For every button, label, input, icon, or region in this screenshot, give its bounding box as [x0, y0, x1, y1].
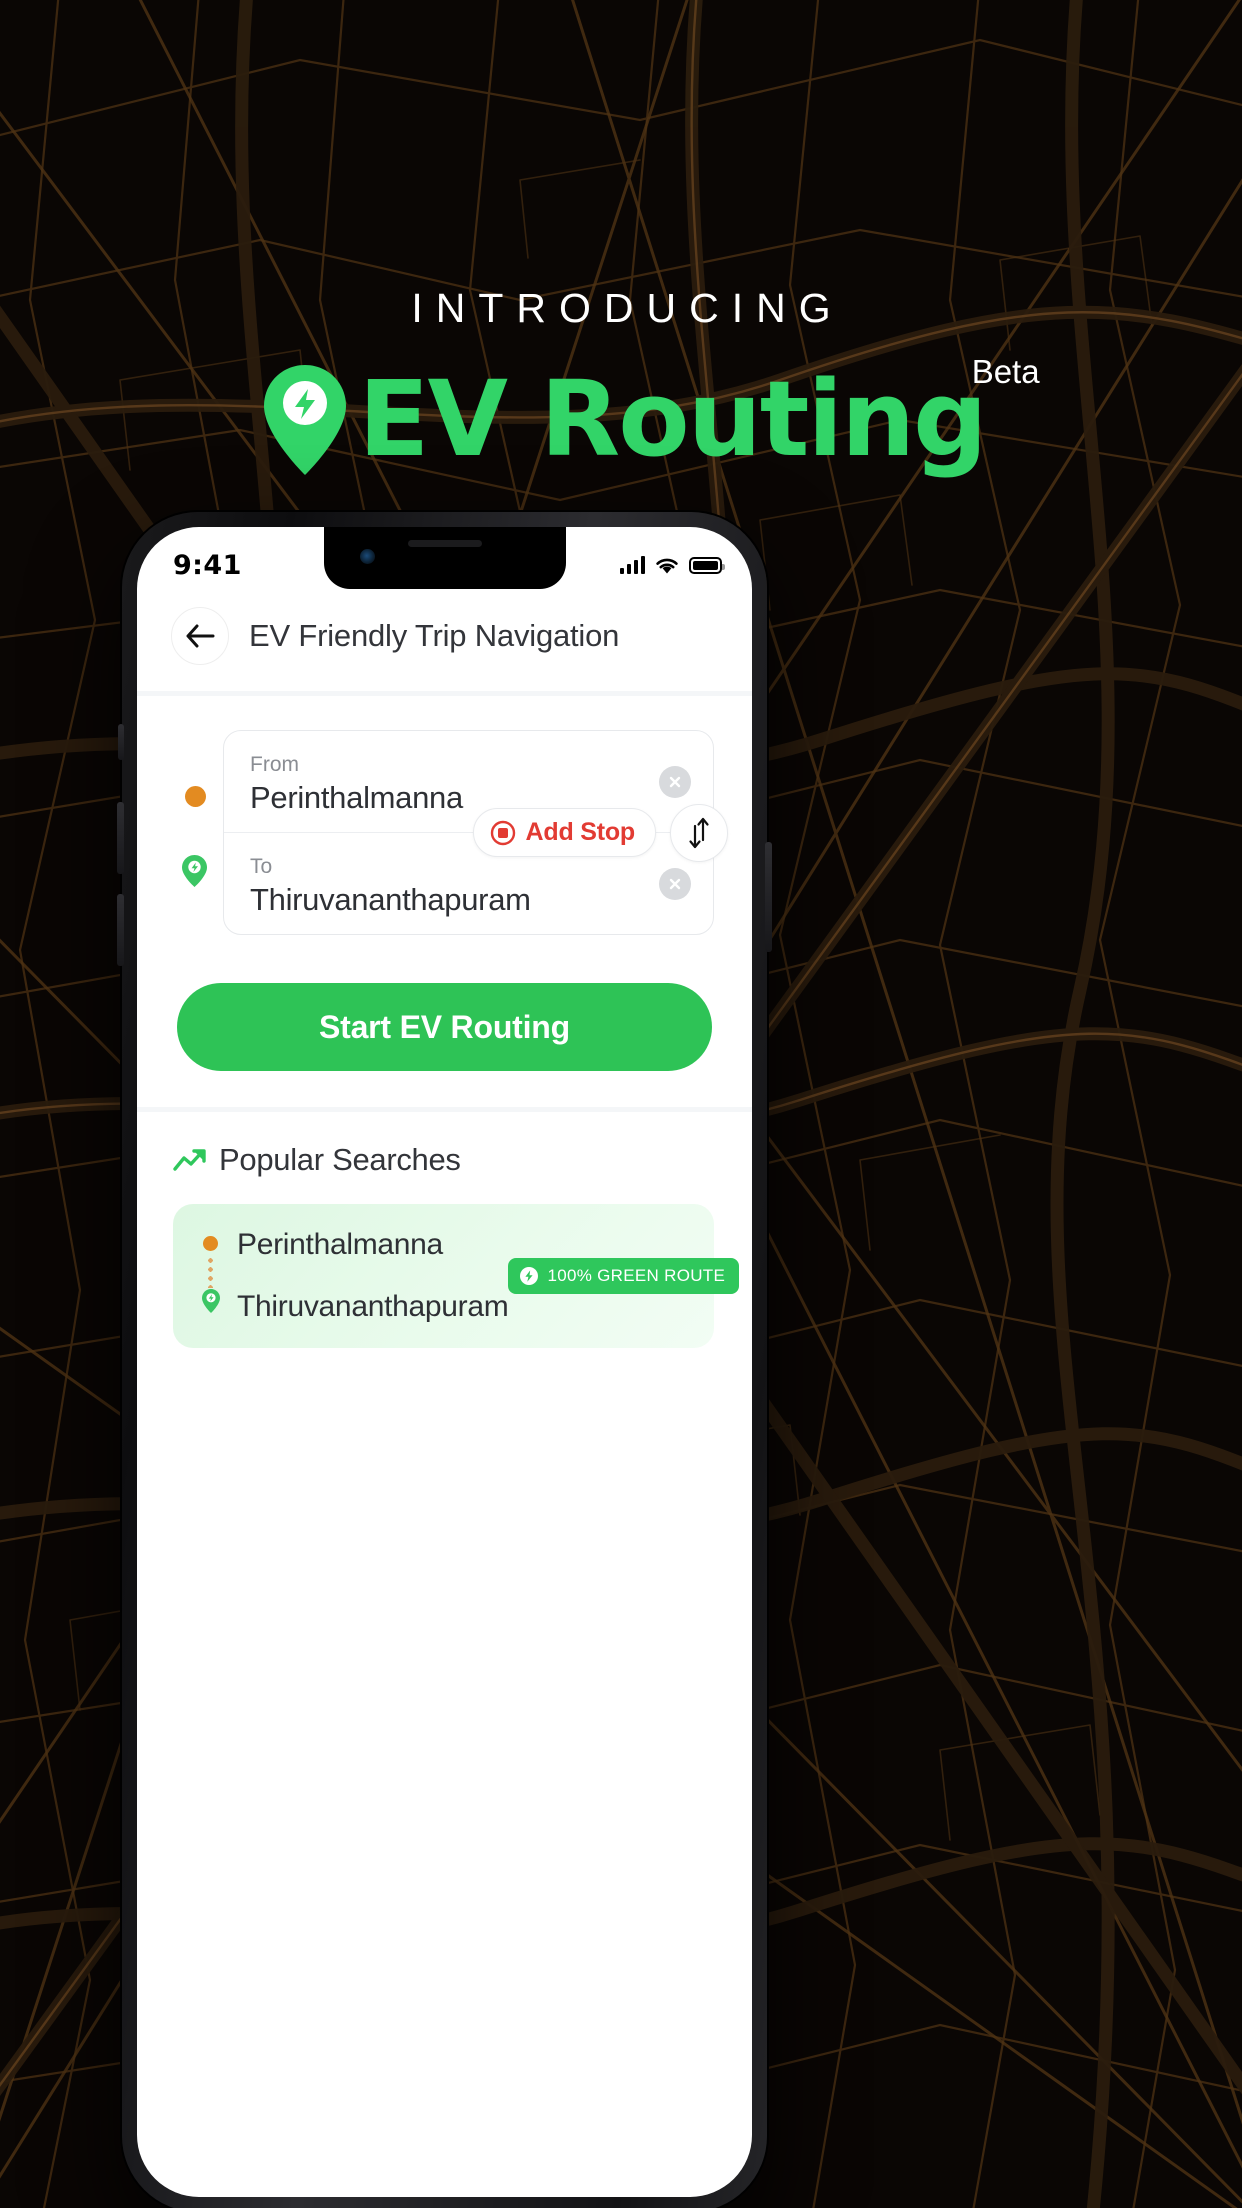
hero-section: INTRODUCING EV Routing Beta — [0, 0, 1242, 540]
popular-origin: Perinthalmanna — [237, 1228, 443, 1262]
to-label: To — [250, 855, 273, 879]
status-badge-label: 100% GREEN ROUTE — [547, 1266, 726, 1286]
arrow-left-icon — [186, 624, 215, 648]
phone-mute-switch — [118, 724, 124, 760]
destination-pin-icon — [182, 855, 207, 887]
popular-searches-section: Popular Searches Perinthalmanna Thiruvan… — [137, 1112, 752, 1349]
add-stop-button[interactable]: Add Stop — [472, 808, 656, 858]
bolt-icon — [520, 1267, 539, 1286]
origin-dot-icon — [203, 1236, 218, 1252]
phone-power-button — [765, 842, 772, 952]
to-clear-button[interactable] — [659, 867, 691, 900]
phone-notch — [323, 527, 566, 589]
stop-circle-icon — [490, 820, 515, 845]
popular-searches-title: Popular Searches — [219, 1142, 461, 1178]
route-input-group: From Perinthalmanna To Thiruvananthapura… — [177, 730, 728, 936]
status-time: 9:41 — [173, 549, 242, 581]
swap-vertical-icon — [689, 817, 709, 848]
phone-mockup: 9:41 EV Friendly Trip Navigation From Pe… — [117, 512, 772, 2208]
phone-volume-down — [117, 894, 124, 966]
route-markers — [177, 730, 223, 935]
status-badge: 100% GREEN ROUTE — [508, 1258, 740, 1295]
trip-search-panel: From Perinthalmanna To Thiruvananthapura… — [137, 696, 752, 1108]
origin-dot-icon — [185, 786, 206, 807]
phone-screen: 9:41 EV Friendly Trip Navigation From Pe… — [137, 527, 752, 2197]
from-label: From — [250, 753, 299, 776]
route-connector — [208, 1256, 213, 1289]
hero-logo: EV Routing Beta — [256, 355, 1040, 480]
brand-name: EV Routing — [358, 358, 987, 480]
trending-up-icon — [173, 1149, 206, 1171]
to-value: Thiruvananthapuram — [250, 882, 531, 918]
battery-full-icon — [689, 556, 725, 574]
close-circle-icon — [669, 878, 681, 889]
earpiece-speaker — [407, 540, 482, 547]
back-button[interactable] — [171, 607, 229, 665]
page-title: EV Friendly Trip Navigation — [249, 618, 620, 653]
front-camera — [359, 549, 375, 564]
phone-volume-up — [117, 802, 124, 874]
destination-pin-icon — [202, 1289, 220, 1314]
hero-kicker: INTRODUCING — [411, 285, 844, 331]
from-clear-button[interactable] — [659, 765, 691, 798]
add-stop-label: Add Stop — [525, 818, 636, 847]
beta-badge: Beta — [971, 353, 1040, 390]
swap-direction-button[interactable] — [670, 803, 728, 862]
nav-header: EV Friendly Trip Navigation — [137, 589, 752, 691]
popular-route-endpoints: Perinthalmanna Thiruvananthapuram — [202, 1228, 509, 1324]
poster-stage: INTRODUCING EV Routing Beta 9:41 EV Frie… — [0, 0, 1242, 2208]
list-item[interactable]: Perinthalmanna Thiruvananthapuram 100% G… — [173, 1204, 740, 1349]
start-ev-routing-button[interactable]: Start EV Routing — [177, 983, 712, 1072]
map-pin-bolt-icon — [264, 365, 347, 475]
popular-searches-header: Popular Searches — [137, 1142, 752, 1178]
wifi-icon — [656, 558, 678, 573]
close-circle-icon — [669, 776, 681, 787]
cellular-signal-icon — [619, 556, 645, 574]
popular-destination: Thiruvananthapuram — [237, 1290, 509, 1324]
